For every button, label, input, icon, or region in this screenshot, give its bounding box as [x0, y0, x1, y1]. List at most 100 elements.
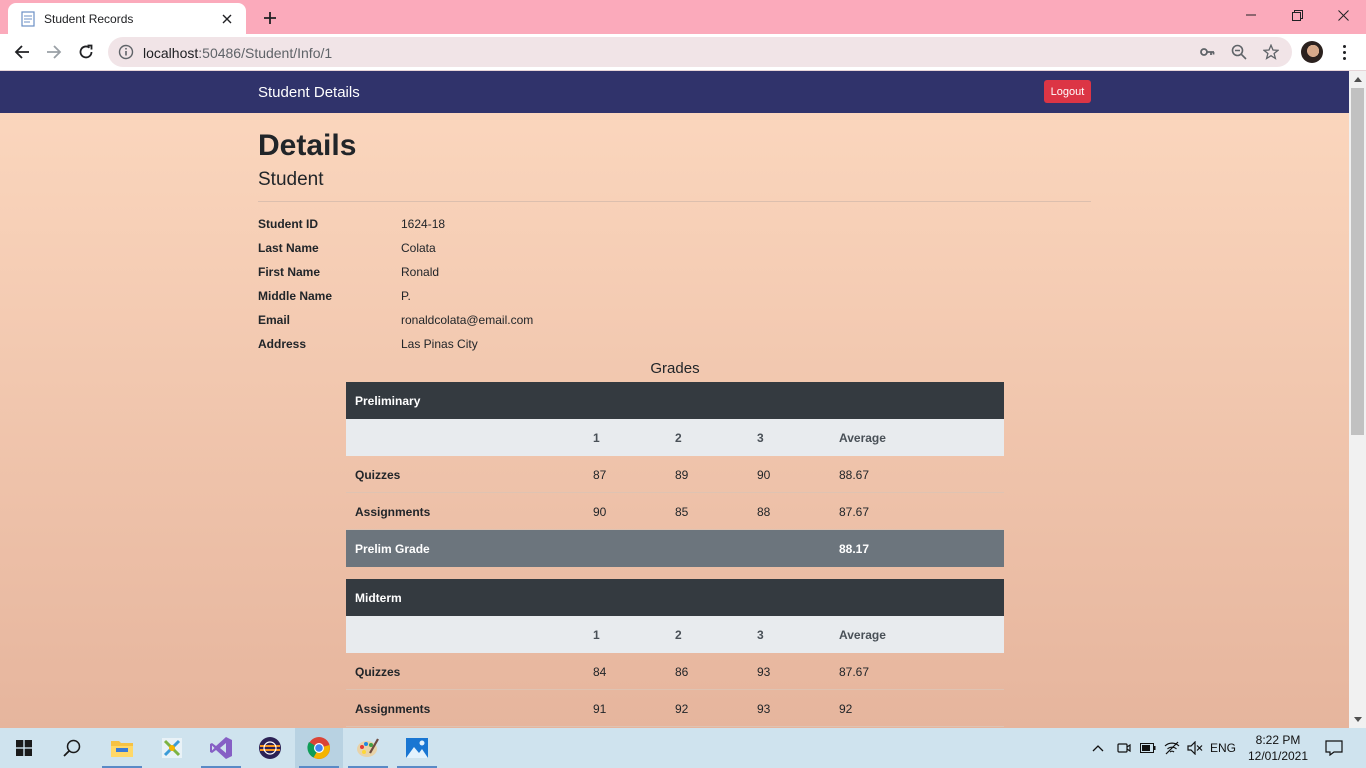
url-text[interactable]: localhost:50486/Student/Info/1: [143, 45, 332, 61]
visual-studio-icon[interactable]: [197, 728, 245, 768]
detail-label: Student ID: [258, 217, 318, 231]
page-icon: [20, 10, 36, 27]
table-cell: 86: [675, 665, 689, 679]
footer-value: 88.17: [839, 542, 870, 556]
detail-label: Email: [258, 313, 291, 327]
chrome-icon[interactable]: [295, 728, 343, 768]
divider: [258, 201, 1091, 202]
column-header: Average: [839, 431, 886, 445]
page-title: Details: [258, 129, 357, 162]
column-header: 1: [593, 431, 600, 445]
page-viewport: Student Details Logout Details Student S…: [0, 71, 1349, 728]
detail-value: ronaldcolata@email.com: [401, 313, 534, 327]
photos-icon[interactable]: [393, 728, 441, 768]
table-cell: 92: [675, 702, 689, 716]
minimize-icon[interactable]: [1228, 0, 1274, 30]
table-row: Assignments 90 85 88 87.67: [346, 493, 1004, 530]
table-column-headers: 1 2 3 Average: [346, 419, 1004, 456]
taskbar-clock[interactable]: 8:22 PM 12/01/2021: [1240, 732, 1316, 764]
detail-row-email: Email ronaldcolata@email.com: [258, 313, 1091, 337]
file-explorer-icon[interactable]: [98, 728, 146, 768]
table-cell: 87: [593, 468, 607, 482]
detail-row-address: Address Las Pinas City: [258, 337, 1091, 361]
paint-icon[interactable]: [344, 728, 392, 768]
logout-button[interactable]: Logout: [1044, 80, 1091, 103]
detail-row-student-id: Student ID 1624-18: [258, 217, 1091, 241]
detail-label: First Name: [258, 265, 321, 279]
table-header: Preliminary: [346, 382, 1004, 419]
meet-now-icon[interactable]: [1113, 728, 1135, 768]
detail-row-middle-name: Middle Name P.: [258, 289, 1091, 313]
clock-date: 12/01/2021: [1247, 749, 1309, 763]
profile-avatar[interactable]: [1301, 41, 1323, 63]
table-footer: Prelim Grade 88.17: [346, 530, 1004, 567]
scrollbar-thumb[interactable]: [1351, 88, 1364, 435]
notification-icon[interactable]: [1320, 728, 1348, 768]
table-cell: 90: [593, 505, 607, 519]
table-cell: 91: [593, 702, 607, 716]
grades-heading: Grades: [650, 360, 700, 377]
volume-muted-icon[interactable]: [1184, 728, 1206, 768]
browser-tab[interactable]: Student Records: [8, 3, 246, 34]
detail-value: Ronald: [401, 265, 440, 279]
period-name: Midterm: [355, 591, 402, 605]
preliminary-grades-table: Preliminary 1 2 3 Average Quizzes 87 89 …: [346, 382, 1004, 567]
close-tab-icon[interactable]: [218, 10, 236, 28]
detail-value: 1624-18: [401, 217, 446, 231]
student-details-list: Student ID 1624-18 Last Name Colata Firs…: [258, 217, 1091, 361]
table-cell: 93: [757, 702, 771, 716]
search-icon[interactable]: [48, 728, 96, 768]
table-column-headers: 1 2 3 Average: [346, 616, 1004, 653]
row-label: Quizzes: [355, 665, 401, 679]
language-indicator[interactable]: ENG: [1208, 728, 1238, 768]
table-row: Quizzes 87 89 90 88.67: [346, 456, 1004, 493]
scroll-up-icon[interactable]: [1349, 71, 1366, 88]
detail-label: Address: [258, 337, 307, 351]
table-cell: 92: [839, 702, 853, 716]
table-cell: 93: [757, 665, 771, 679]
back-icon[interactable]: [8, 38, 36, 66]
forward-icon[interactable]: [40, 38, 68, 66]
browser-toolbar: localhost:50486/Student/Info/1: [0, 34, 1366, 71]
table-row: Quizzes 84 86 93 87.67: [346, 653, 1004, 690]
detail-label: Last Name: [258, 241, 319, 255]
browser-menu-icon[interactable]: [1334, 41, 1354, 63]
site-navbar: Student Details Logout: [0, 71, 1349, 113]
new-tab-icon[interactable]: [258, 6, 282, 30]
row-label: Assignments: [355, 505, 431, 519]
navbar-brand[interactable]: Student Details: [258, 84, 360, 101]
browser-tabstrip: Student Records: [0, 0, 1366, 34]
bookmark-star-icon[interactable]: [1262, 43, 1280, 61]
detail-row-first-name: First Name Ronald: [258, 265, 1091, 289]
zoom-icon[interactable]: [1230, 43, 1248, 61]
table-cell: 88.67: [839, 468, 870, 482]
detail-label: Middle Name: [258, 289, 333, 303]
column-header: 3: [757, 431, 764, 445]
page-scrollbar[interactable]: [1349, 71, 1366, 728]
address-bar[interactable]: localhost:50486/Student/Info/1: [108, 37, 1292, 67]
column-header: 1: [593, 628, 600, 642]
reload-icon[interactable]: [72, 38, 100, 66]
detail-row-last-name: Last Name Colata: [258, 241, 1091, 265]
info-icon[interactable]: [118, 44, 134, 60]
footer-label: Prelim Grade: [355, 542, 430, 556]
battery-icon[interactable]: [1137, 728, 1159, 768]
row-label: Quizzes: [355, 468, 401, 482]
table-cell: 85: [675, 505, 689, 519]
period-name: Preliminary: [355, 394, 421, 408]
detail-value: P.: [401, 289, 411, 303]
chevron-up-icon[interactable]: [1088, 728, 1108, 768]
table-cell: 84: [593, 665, 607, 679]
detail-value: Colata: [401, 241, 436, 255]
table-cell: 87.67: [839, 665, 870, 679]
windows-start-icon[interactable]: [0, 728, 48, 768]
wifi-icon[interactable]: [1161, 728, 1183, 768]
remote-tool-icon[interactable]: [148, 728, 196, 768]
midterm-grades-table: Midterm 1 2 3 Average Quizzes 84 86 93 8…: [346, 579, 1004, 727]
restore-icon[interactable]: [1274, 0, 1320, 30]
eclipse-icon[interactable]: [246, 728, 294, 768]
key-icon[interactable]: [1198, 43, 1216, 61]
close-window-icon[interactable]: [1320, 0, 1366, 30]
scroll-down-icon[interactable]: [1349, 711, 1366, 728]
column-header: 3: [757, 628, 764, 642]
